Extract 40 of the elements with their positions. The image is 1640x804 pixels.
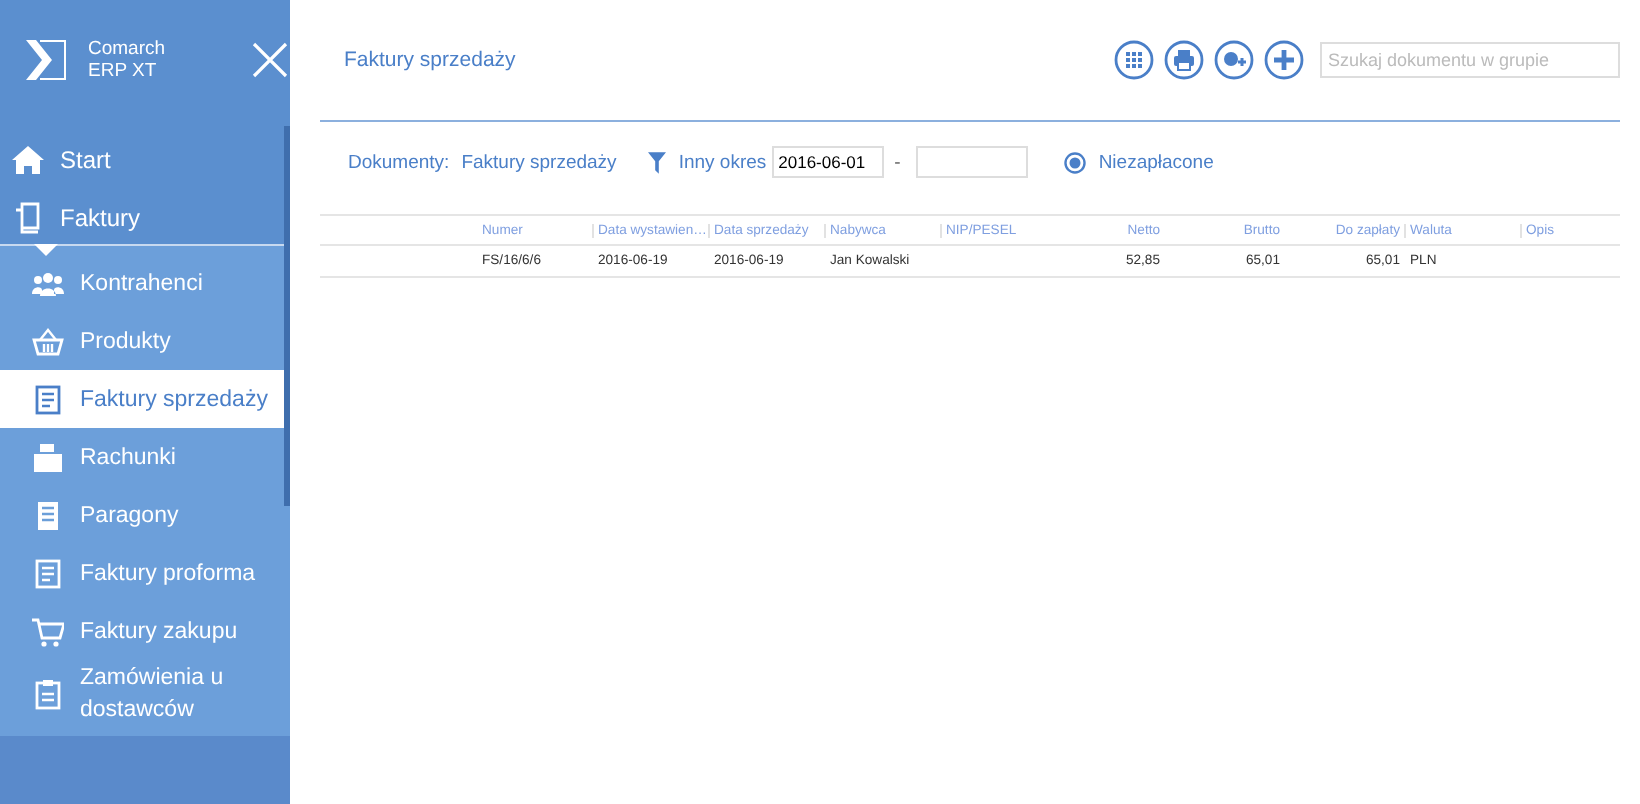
people-icon: [32, 267, 64, 299]
submenu-item[interactable]: Rachunki: [0, 428, 290, 486]
grid-icon[interactable]: [1114, 40, 1154, 80]
documents-icon: [12, 201, 44, 233]
app-name: Comarch ERP XT: [88, 38, 168, 82]
date-to-field[interactable]: [916, 146, 1029, 178]
date-from-field[interactable]: 2016-06-01: [772, 146, 885, 178]
coin-icon[interactable]: [1064, 151, 1087, 173]
menu-item[interactable]: Faktury: [60, 203, 141, 231]
submenu-item[interactable]: Paragony: [0, 486, 290, 544]
submenu-item[interactable]: Kontrahenci: [0, 254, 290, 312]
search-field[interactable]: Szukaj dokumentu w grupie: [1320, 42, 1620, 78]
scrollbar-thumb[interactable]: [284, 126, 290, 506]
cart-icon: [32, 615, 64, 647]
date-separator: -: [894, 151, 901, 173]
documents-link[interactable]: Faktury sprzedaży: [461, 151, 617, 173]
document-icon: [32, 557, 64, 589]
submenu-item[interactable]: Zamówienia u dostawców: [0, 660, 290, 728]
page-title: Faktury sprzedaży: [344, 48, 516, 72]
receipt-icon: [32, 499, 64, 531]
home-icon: [12, 143, 44, 175]
submenu-item[interactable]: Faktury proforma: [0, 544, 290, 602]
submenu-item[interactable]: Produkty: [0, 312, 290, 370]
submenu-item[interactable]: Faktury sprzedaży: [0, 370, 290, 428]
documents-label: Dokumenty:: [348, 151, 450, 173]
basket-icon: [32, 325, 64, 357]
money-icon[interactable]: [1214, 40, 1254, 80]
logo-icon: [22, 36, 70, 84]
document-icon: [32, 383, 64, 415]
print-icon[interactable]: [1164, 40, 1204, 80]
submenu-item[interactable]: Faktury zakupu: [0, 602, 290, 660]
filter-icon[interactable]: [648, 151, 667, 173]
menu-item[interactable]: Start: [60, 145, 111, 173]
add-icon[interactable]: [1264, 40, 1304, 80]
clipboard-icon: [32, 678, 64, 710]
unpaid-filter[interactable]: Niezapłacone: [1098, 151, 1214, 173]
close-icon[interactable]: [252, 42, 288, 78]
menu-pointer-icon: [34, 244, 58, 256]
period-label[interactable]: Inny okres: [678, 151, 767, 173]
cash-register-icon: [32, 441, 64, 473]
